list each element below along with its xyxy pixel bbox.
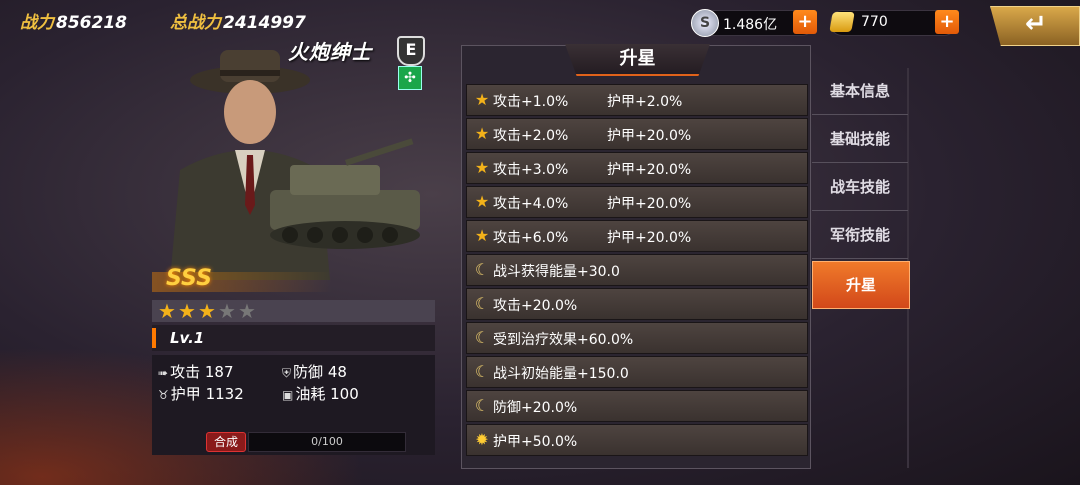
attack-label: 攻击 [170, 363, 201, 381]
upgrade-row: ☾ 攻击+20.0% [466, 288, 808, 320]
panel-title: 升星 [565, 44, 710, 76]
star-empty-icon: ★ [238, 299, 256, 323]
upgrade-effect-a: 攻击+20.0% [493, 298, 578, 314]
upgrade-effect-a: 受到治疗效果+60.0% [493, 332, 634, 348]
upgrade-effect-b: 护甲+20.0% [607, 128, 692, 144]
return-arrow-icon: ↵ [1025, 9, 1047, 39]
green-rank-badge-icon: ✣ [398, 66, 422, 90]
fuel-value: 100 [330, 385, 359, 403]
level-accent [152, 328, 156, 348]
attack-stat: ➠ 攻击 187 [158, 361, 234, 382]
star-icon: ★ [474, 124, 490, 143]
upgrade-row: ☾ 战斗初始能量+150.0 [466, 356, 808, 388]
upgrade-effect-a: 战斗获得能量+30.0 [493, 264, 620, 280]
attack-icon: ➠ [158, 366, 169, 380]
upgrade-effect-b: 护甲+20.0% [607, 162, 692, 178]
rank-sss: SSS [166, 266, 212, 291]
upgrade-row: ✹ 护甲+50.0% [466, 424, 808, 456]
star-icon: ★ [158, 299, 176, 323]
armor-stat: ♉ 护甲 1132 [158, 383, 244, 404]
defense-label: 防御 [293, 363, 324, 381]
power-label: 战力 [20, 13, 54, 33]
upgrade-row: ☾ 防御+20.0% [466, 390, 808, 422]
gold-resource: 770 + [829, 10, 959, 36]
gold-add-button[interactable]: + [935, 10, 959, 34]
merge-progress-bar: 0/100 [248, 432, 406, 452]
moon-icon: ☾ [474, 396, 490, 415]
silver-value: 1.486亿 [723, 17, 778, 33]
tab-1[interactable]: 基础技能 [812, 116, 908, 163]
upgrade-row: ☾ 战斗获得能量+30.0 [466, 254, 808, 286]
upgrade-row: ★ 攻击+3.0% 护甲+20.0% [466, 152, 808, 184]
merge-progress-text: 0/100 [311, 435, 343, 448]
upgrade-effect-a: 攻击+1.0% [493, 94, 569, 110]
silver-coin-icon: S [691, 9, 719, 37]
gold-value: 770 [861, 14, 888, 30]
tab-0[interactable]: 基本信息 [812, 68, 908, 115]
upgrade-effect-a: 护甲+50.0% [493, 434, 578, 450]
upgrade-effect-a: 攻击+2.0% [493, 128, 569, 144]
star-icon: ★ [474, 90, 490, 109]
hero-name: 火炮绅士 [288, 40, 372, 64]
moon-icon: ☾ [474, 260, 490, 279]
power-value: 856218 [56, 13, 127, 33]
star-icon: ★ [474, 226, 490, 245]
upgrade-effect-a: 攻击+6.0% [493, 230, 569, 246]
upgrade-effect-b: 护甲+2.0% [607, 94, 683, 110]
upgrade-effect-a: 攻击+4.0% [493, 196, 569, 212]
star-rating: ★ ★ ★ ★ ★ [152, 300, 435, 322]
silver-add-button[interactable]: + [793, 10, 817, 34]
star-icon: ★ [178, 299, 196, 323]
hero-portrait [170, 50, 420, 280]
hero-level: Lv.1 [170, 329, 205, 347]
tab-3[interactable]: 军衔技能 [812, 212, 908, 259]
gold-bar-icon [829, 12, 855, 32]
upgrade-effect-a: 攻击+3.0% [493, 162, 569, 178]
upgrade-row: ★ 攻击+2.0% 护甲+20.0% [466, 118, 808, 150]
total-power-stat: 总战力 2414997 [170, 8, 306, 33]
tab-4[interactable]: 升星 [812, 261, 910, 309]
upgrade-effect-a: 防御+20.0% [493, 400, 578, 416]
defense-stat: ⛨ 防御 48 [282, 361, 347, 382]
star-empty-icon: ★ [218, 299, 236, 323]
armor-icon: ♉ [158, 388, 169, 402]
star-icon: ★ [474, 158, 490, 177]
class-e-badge-icon: E [397, 36, 425, 66]
sun-icon: ✹ [475, 430, 489, 449]
tab-2[interactable]: 战车技能 [812, 164, 908, 211]
silver-resource: S 1.486亿 + [691, 9, 817, 37]
armor-label: 护甲 [170, 385, 201, 403]
level-row: Lv.1 [152, 325, 435, 351]
upgrade-row: ★ 攻击+6.0% 护甲+20.0% [466, 220, 808, 252]
total-power-label: 总战力 [170, 13, 221, 33]
power-stat: 战力 856218 [20, 8, 127, 33]
star-icon: ★ [198, 299, 216, 323]
moon-icon: ☾ [474, 362, 490, 381]
total-power-value: 2414997 [223, 13, 306, 33]
moon-icon: ☾ [474, 294, 490, 313]
attack-value: 187 [204, 363, 234, 381]
upgrade-effect-b: 护甲+20.0% [607, 230, 692, 246]
upgrade-effect-b: 护甲+20.0% [607, 196, 692, 212]
upgrade-row: ★ 攻击+1.0% 护甲+2.0% [466, 84, 808, 116]
upgrade-effect-a: 战斗初始能量+150.0 [493, 366, 629, 382]
fuel-icon: ▣ [282, 388, 294, 402]
upgrade-row: ☾ 受到治疗效果+60.0% [466, 322, 808, 354]
upgrade-row: ★ 攻击+4.0% 护甲+20.0% [466, 186, 808, 218]
fuel-stat: ▣ 油耗 100 [282, 383, 359, 404]
defense-icon: ⛨ [282, 366, 292, 380]
back-button[interactable]: ↵ [990, 6, 1080, 46]
armor-value: 1132 [205, 385, 244, 403]
moon-icon: ☾ [474, 328, 490, 347]
merge-button[interactable]: 合成 [206, 432, 246, 452]
fuel-label: 油耗 [295, 385, 326, 403]
star-icon: ★ [474, 192, 490, 211]
defense-value: 48 [327, 363, 347, 381]
